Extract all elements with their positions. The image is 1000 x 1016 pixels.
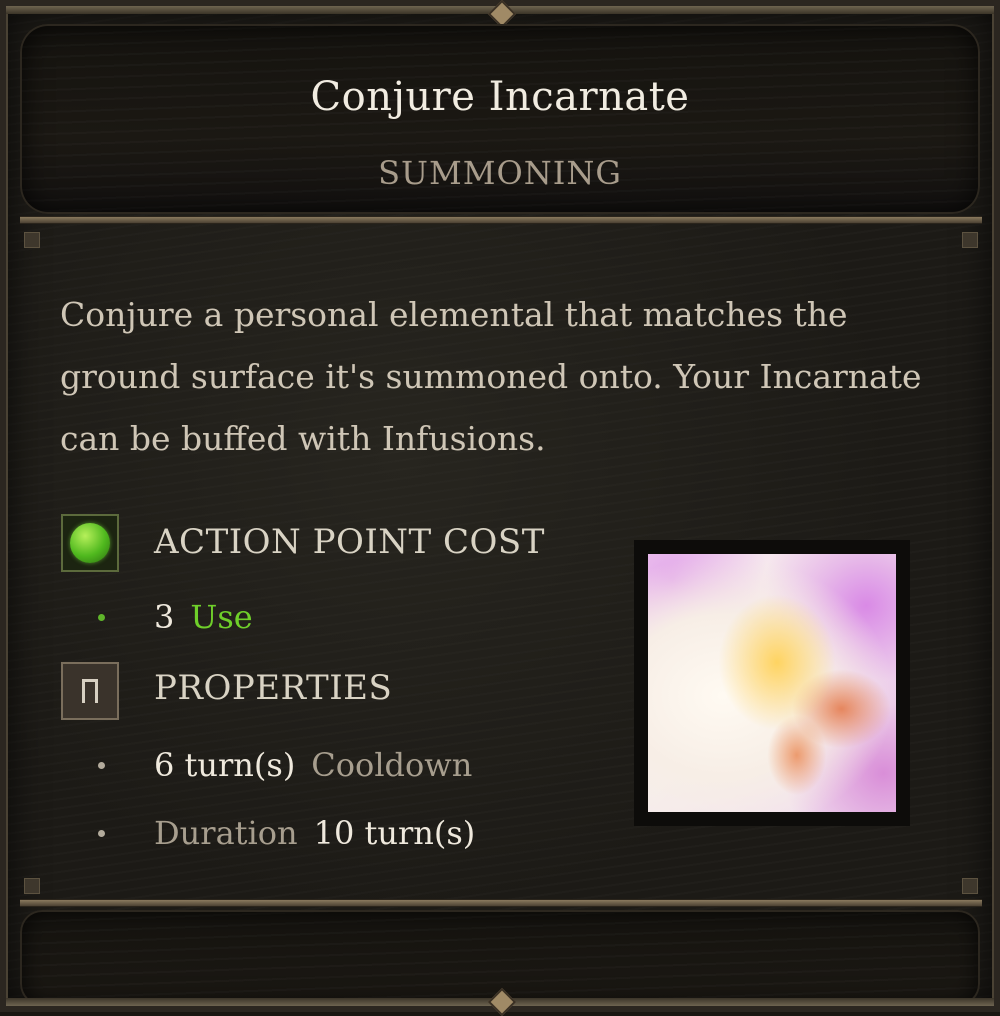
properties-heading: PROPERTIES: [154, 668, 393, 708]
skill-title: Conjure Incarnate: [310, 74, 690, 120]
skill-school: SUMMONING: [378, 154, 622, 192]
duration-label: Duration: [154, 814, 298, 852]
bullet-icon: [98, 762, 105, 769]
action-point-cost-heading: ACTION POINT COST: [154, 522, 545, 562]
corner-ornament-icon: [24, 232, 40, 248]
bullet-icon: [98, 614, 105, 621]
header-divider: [20, 216, 982, 224]
green-orb-icon: [61, 514, 119, 572]
action-point-label: Use: [190, 598, 253, 636]
bookmark-icon: [61, 662, 119, 720]
cooldown-value: 6 turn(s): [154, 746, 296, 784]
duration-row: Duration 10 turn(s): [154, 814, 475, 852]
tooltip-header: Conjure Incarnate SUMMONING: [20, 24, 980, 214]
corner-ornament-icon: [962, 878, 978, 894]
action-point-cost-row: 3 Use: [154, 598, 253, 636]
footer-divider: [20, 899, 982, 907]
skill-description: Conjure a personal elemental that matche…: [60, 295, 922, 458]
conjure-incarnate-skill-icon: [634, 540, 910, 826]
tooltip-bottom-border: [6, 987, 994, 1016]
bullet-icon: [98, 830, 105, 837]
cooldown-row: 6 turn(s) Cooldown: [154, 746, 472, 784]
cooldown-label: Cooldown: [311, 746, 473, 784]
duration-value: 10 turn(s): [313, 814, 476, 852]
action-point-value: 3: [154, 598, 175, 636]
corner-ornament-icon: [962, 232, 978, 248]
skill-tooltip: Conjure Incarnate SUMMONING Conjure a pe…: [0, 0, 1000, 1016]
corner-ornament-icon: [24, 878, 40, 894]
tooltip-top-border: [6, 0, 994, 29]
